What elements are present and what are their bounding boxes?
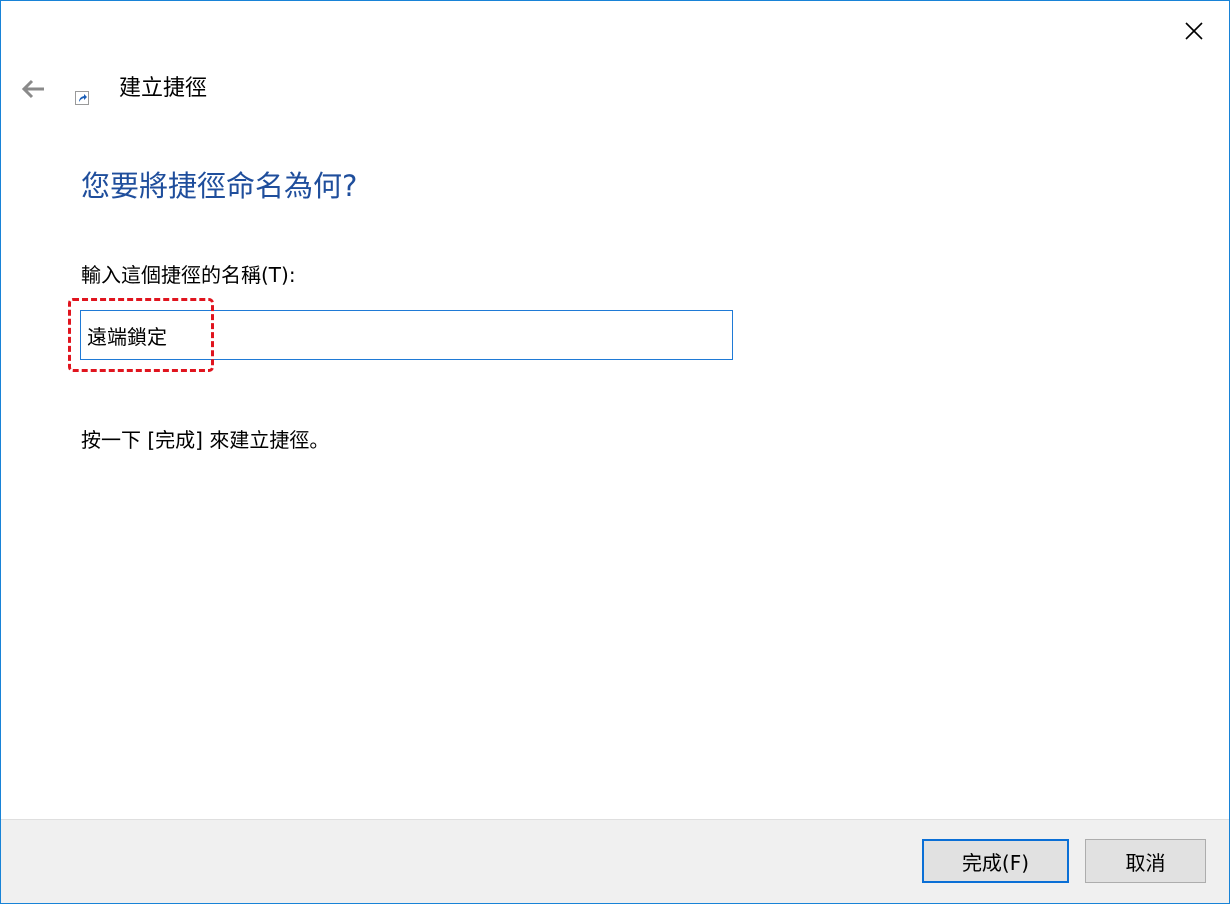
cancel-button[interactable]: 取消 — [1085, 839, 1206, 883]
close-icon — [1185, 22, 1203, 40]
shortcut-name-input[interactable] — [80, 310, 733, 360]
page-heading: 您要將捷徑命名為何? — [81, 169, 358, 203]
finish-button[interactable]: 完成(F) — [922, 839, 1069, 883]
back-arrow-icon — [21, 79, 44, 99]
close-button[interactable] — [1169, 9, 1219, 53]
shortcut-icon — [75, 90, 89, 105]
finish-hint: 按一下 [完成] 來建立捷徑。 — [81, 428, 330, 452]
window-title: 建立捷徑 — [119, 76, 208, 101]
back-button[interactable] — [15, 71, 51, 107]
create-shortcut-dialog: 建立捷徑 您要將捷徑命名為何? 輸入這個捷徑的名稱(T): 按一下 [完成] 來… — [0, 0, 1230, 904]
shortcut-name-label: 輸入這個捷徑的名稱(T): — [81, 263, 296, 287]
dialog-footer: 完成(F) 取消 — [1, 819, 1229, 903]
